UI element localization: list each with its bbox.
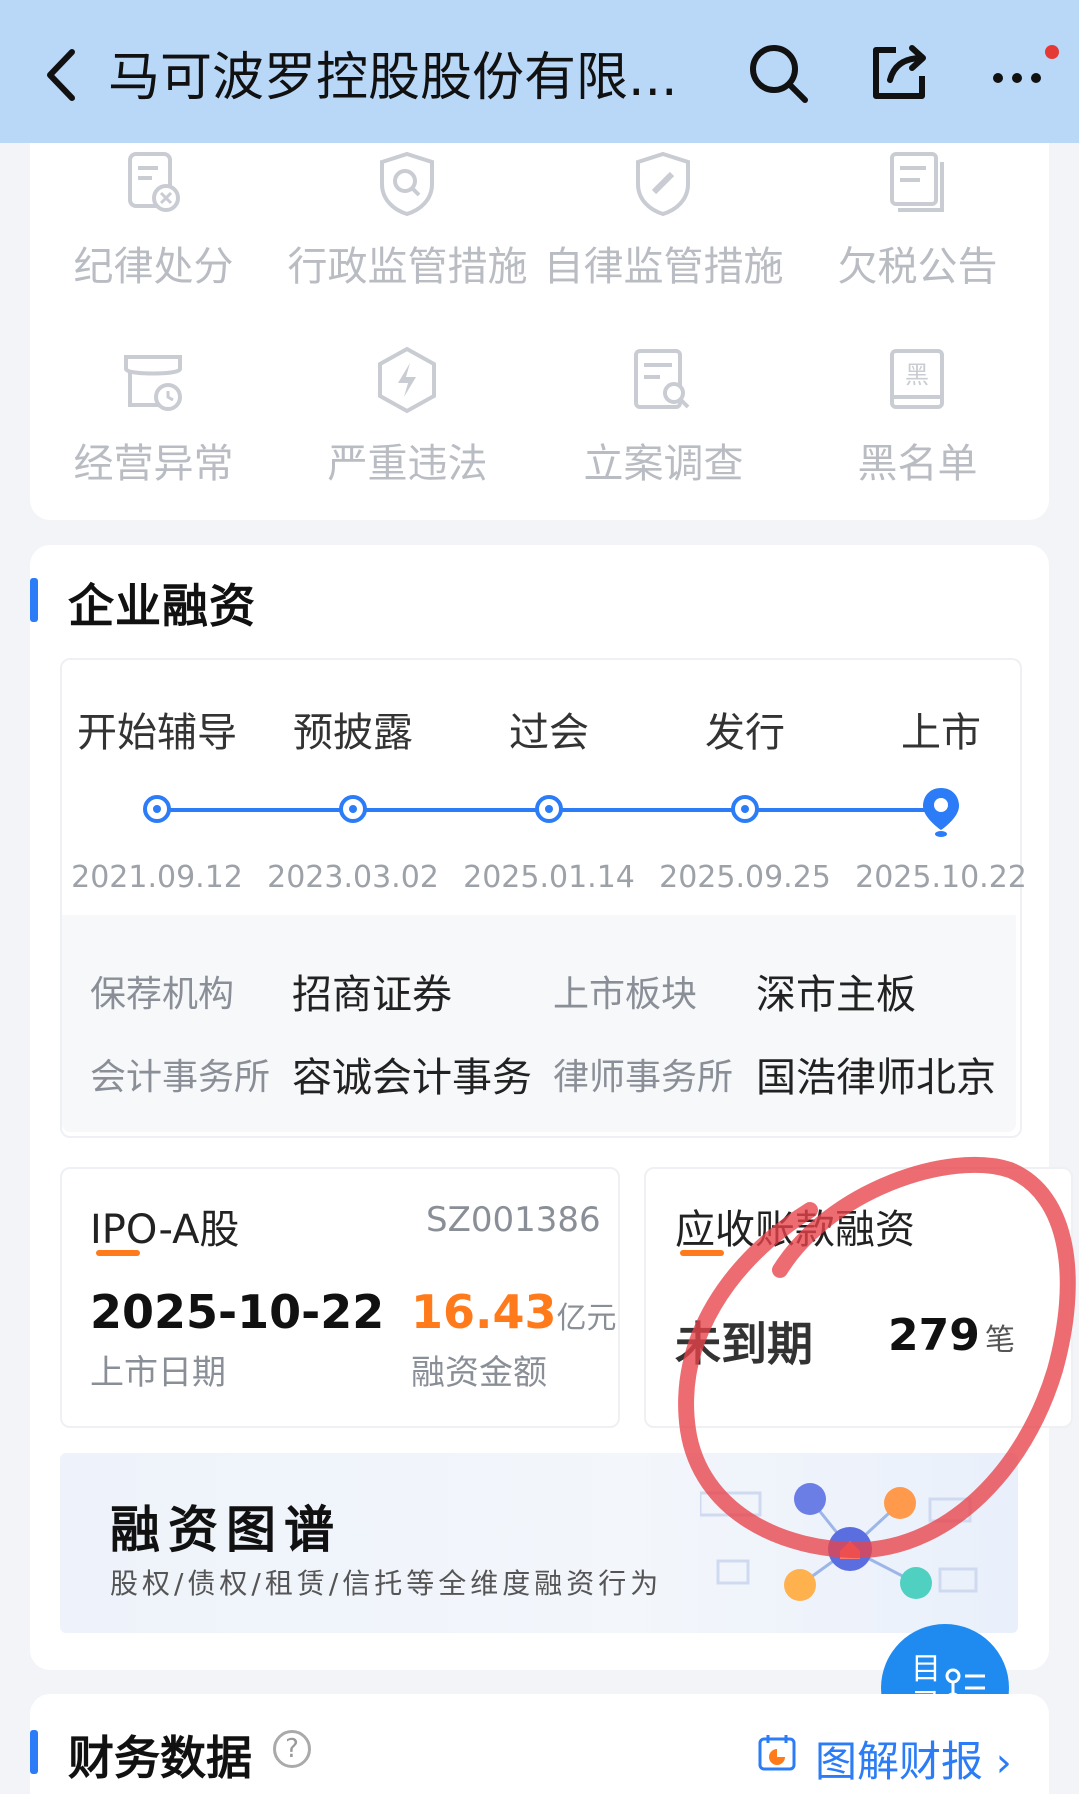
banner-subtitle: 股权/债权/租赁/信托等全维度融资行为 [110,1567,663,1600]
risk-item-label: 严重违法 [327,441,488,487]
sponsor-value: 招商证券 [292,972,452,1018]
stack-document-icon [890,152,944,212]
receivable-count: 279 笔 [888,1310,1015,1361]
board-key: 上市板块 [553,974,698,1015]
shield-search-icon [380,151,434,217]
shop-clock-icon [124,355,182,411]
accountant-key: 会计事务所 [90,1057,271,1098]
document-x-icon [128,152,180,212]
more-icon[interactable] [986,40,1052,106]
receivable-status: 未到期 [675,1317,813,1371]
section-accent-bar [30,1730,38,1774]
risk-item[interactable]: 纪律处分 [26,148,281,328]
calendar-chart-icon[interactable] [757,1732,797,1772]
timeline-stage-date: 2025.10.22 [855,860,1027,895]
risk-item-label: 行政监管措施 [287,244,528,290]
receivable-card-title: 应收账款融资 [675,1207,915,1253]
lawyer-key: 律师事务所 [553,1057,734,1098]
title-underline [96,1250,140,1256]
listing-date: 2025-10-22 [90,1285,385,1339]
risk-item-label: 黑名单 [857,441,978,487]
timeline-stage-label: 预披露 [293,710,413,756]
risk-item[interactable]: 立案调查 [536,345,791,525]
svg-text:黑: 黑 [905,361,929,389]
timeline-stage-date: 2025.01.14 [463,860,635,895]
file-search-icon [634,349,690,409]
page-title: 马可波罗控股股份有限... [108,48,678,108]
title-underline [680,1250,724,1256]
help-icon[interactable]: ? [273,1730,311,1768]
location-pin-icon [923,788,959,837]
risk-item-label: 自律监管措施 [543,244,784,290]
timeline-stage-label: 过会 [509,710,589,756]
search-icon[interactable] [745,40,811,106]
financing-amount-label: 融资金额 [411,1353,547,1393]
accountant-value: 容诚会计事务 [292,1055,532,1101]
banner-title: 融资图谱 [110,1501,342,1559]
timeline-stage-date: 2021.09.12 [71,860,243,895]
timeline-stage-label: 发行 [705,710,785,756]
notification-dot [1045,45,1059,59]
finance-data-title: 财务数据 [68,1731,252,1785]
blacklist-book-icon: 黑 [890,349,944,409]
risk-item[interactable]: 行政监管措施 [280,148,535,328]
ipo-card-title: IPO-A股 [90,1207,240,1253]
risk-item[interactable]: 自律监管措施 [536,148,791,328]
back-arrow-icon[interactable] [40,40,80,110]
lawyer-value: 国浩律师北京 [756,1055,996,1101]
stock-code: SZ001386 [426,1200,601,1240]
shield-pen-icon [636,151,690,217]
illustrated-report-link[interactable]: 图解财报 › [815,1728,1012,1789]
risk-item[interactable]: 黑黑名单 [790,345,1045,525]
risk-item[interactable]: 严重违法 [280,345,535,525]
board-value: 深市主板 [756,972,916,1018]
network-graph-illustration [700,1483,978,1601]
timeline-node [339,795,367,823]
timeline-node [143,795,171,823]
financing-amount: 16.43亿元 [411,1285,617,1339]
section-title: 企业融资 [68,579,256,633]
risk-item-label: 纪律处分 [73,244,234,290]
section-accent-bar [30,578,38,622]
timeline-stage-label: 上市 [901,710,981,756]
risk-item-label: 立案调查 [583,441,744,487]
timeline-node [731,795,759,823]
risk-item-label: 欠税公告 [837,244,998,290]
risk-item[interactable]: 经营异常 [26,345,281,525]
share-icon[interactable] [866,40,932,106]
sponsor-key: 保荐机构 [90,974,235,1015]
risk-item[interactable]: 欠税公告 [790,148,1045,328]
chevron-right-icon: › [983,1740,1012,1786]
timeline-stage-date: 2023.03.02 [267,860,439,895]
timeline-stage-date: 2025.09.25 [659,860,831,895]
timeline-stage-label: 开始辅导 [77,710,237,756]
listing-date-label: 上市日期 [90,1353,226,1393]
risk-item-label: 经营异常 [73,441,234,487]
hexagon-bolt-icon [378,346,436,414]
timeline-node [535,795,563,823]
